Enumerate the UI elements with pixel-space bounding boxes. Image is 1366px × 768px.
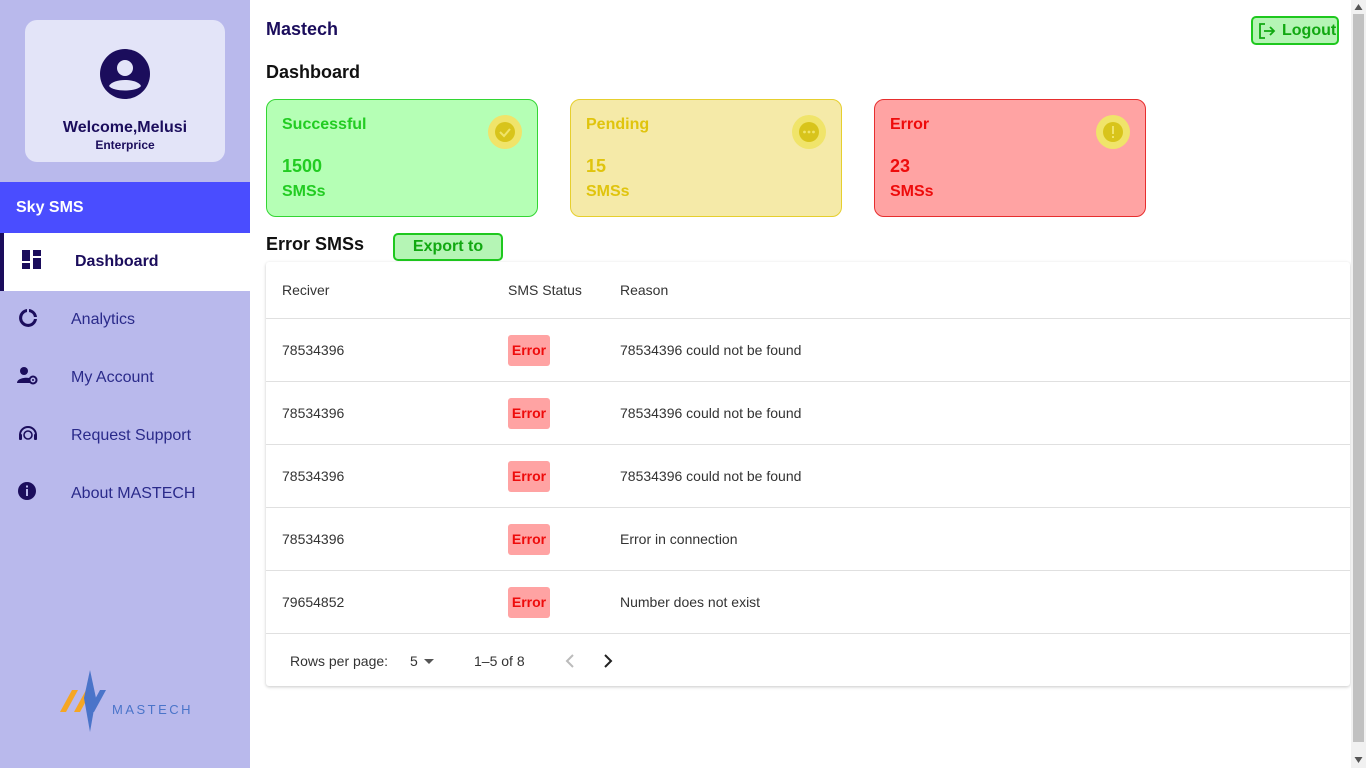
dashboard-icon: [22, 250, 41, 269]
card-value: 1500: [282, 156, 323, 176]
column-header-reason[interactable]: Reason: [620, 282, 668, 298]
receiver-cell: 78534396: [282, 531, 345, 547]
vertical-scrollbar[interactable]: [1351, 0, 1366, 768]
table-row: 78534396 Error Error in connection: [266, 508, 1350, 571]
reason-cell: Error in connection: [620, 531, 738, 547]
rows-per-page-label: Rows per page:: [290, 653, 389, 669]
chevron-down-icon: [423, 659, 434, 664]
info-icon: [18, 482, 36, 500]
column-header-receiver[interactable]: Reciver: [282, 282, 329, 298]
receiver-cell: 78534396: [282, 342, 345, 358]
next-page-icon[interactable]: [596, 649, 620, 673]
sidebar-item-my-account[interactable]: My Account: [0, 349, 250, 407]
reason-cell: Number does not exist: [620, 594, 761, 610]
status-badge: Error: [508, 524, 550, 555]
rows-per-page-value: 5: [410, 653, 418, 669]
table-pagination: Rows per page: 5 1–5 of 8: [266, 634, 1350, 686]
card-value: 15: [586, 156, 607, 176]
logo-text: MASTECH: [112, 702, 190, 717]
successful-card: Successful 1500 SMSs: [266, 99, 538, 217]
status-badge: Error: [508, 335, 550, 366]
scroll-down-arrow-icon[interactable]: [1354, 756, 1363, 764]
reason-cell: 78534396 could not be found: [620, 342, 802, 358]
card-title: Successful: [282, 116, 367, 133]
pending-card: Pending 15 SMSs: [570, 99, 842, 217]
card-unit: SMSs: [282, 183, 326, 200]
scrollbar-thumb[interactable]: [1353, 14, 1364, 742]
logout-icon: [1259, 22, 1276, 39]
previous-page-icon[interactable]: [558, 649, 582, 673]
reason-cell: 78534396 could not be found: [620, 405, 802, 421]
card-value: 23: [890, 156, 911, 176]
sidebar-item-dashboard[interactable]: Dashboard: [0, 233, 250, 291]
status-badge: Error: [508, 398, 550, 429]
receiver-cell: 79654852: [282, 594, 345, 610]
card-title: Pending: [586, 116, 650, 133]
account-circle-icon: [100, 49, 150, 99]
error-card: Error 23 SMSs: [874, 99, 1146, 217]
status-badge: Error: [508, 461, 550, 492]
scroll-up-arrow-icon[interactable]: [1354, 3, 1363, 11]
sidebar-item-analytics[interactable]: Analytics: [0, 291, 250, 349]
brand-name: Sky SMS: [0, 182, 250, 233]
status-badge: Error: [508, 587, 550, 618]
support-agent-icon: [19, 426, 37, 440]
table-row: 78534396 Error 78534396 could not be fou…: [266, 382, 1350, 445]
logout-label: Logout: [1282, 21, 1337, 39]
exclamation-icon: [1096, 115, 1130, 149]
sidebar-item-label: Dashboard: [75, 253, 159, 270]
table-row: 79654852 Error Number does not exist: [266, 571, 1350, 634]
table-row: 78534396 Error 78534396 could not be fou…: [266, 319, 1350, 382]
sidebar: Welcome,Melusi Enterprice Sky SMS Dashbo…: [0, 0, 250, 768]
error-sms-table: Reciver SMS Status Reason 78534396 Error…: [266, 262, 1350, 686]
column-header-status[interactable]: SMS Status: [508, 282, 582, 298]
section-title: Error SMSs: [266, 234, 365, 254]
sidebar-item-about[interactable]: About MASTECH: [0, 465, 250, 523]
sidebar-item-label: Analytics: [71, 311, 136, 328]
export-csv-button[interactable]: Export to CSV: [393, 233, 503, 279]
welcome-text: Welcome,Melusi: [62, 119, 188, 136]
sidebar-item-label: My Account: [71, 369, 154, 386]
sidebar-item-label: About MASTECH: [71, 485, 196, 502]
profile-card: Welcome,Melusi Enterprice: [25, 20, 225, 162]
receiver-cell: 78534396: [282, 468, 345, 484]
manage-account-icon: [17, 367, 38, 385]
page-title: Dashboard: [266, 62, 361, 82]
logout-button[interactable]: Logout: [1251, 16, 1339, 45]
card-title: Error: [890, 116, 930, 133]
check-circle-icon: [488, 115, 522, 149]
card-unit: SMSs: [586, 183, 630, 200]
reason-cell: 78534396 could not be found: [620, 468, 802, 484]
more-horizontal-icon: [792, 115, 826, 149]
table-header: Reciver SMS Status Reason: [266, 262, 1350, 319]
table-row: 78534396 Error 78534396 could not be fou…: [266, 445, 1350, 508]
receiver-cell: 78534396: [282, 405, 345, 421]
sidebar-item-request-support[interactable]: Request Support: [0, 407, 250, 465]
card-unit: SMSs: [890, 183, 934, 200]
account-type: Enterprice: [95, 138, 155, 152]
rows-per-page-select[interactable]: 5: [410, 653, 436, 669]
sidebar-item-label: Request Support: [71, 427, 192, 444]
pagination-range: 1–5 of 8: [474, 653, 525, 669]
mastech-logo: MASTECH: [60, 670, 190, 732]
donut-chart-icon: [19, 309, 37, 327]
app-title: Mastech: [266, 19, 339, 39]
